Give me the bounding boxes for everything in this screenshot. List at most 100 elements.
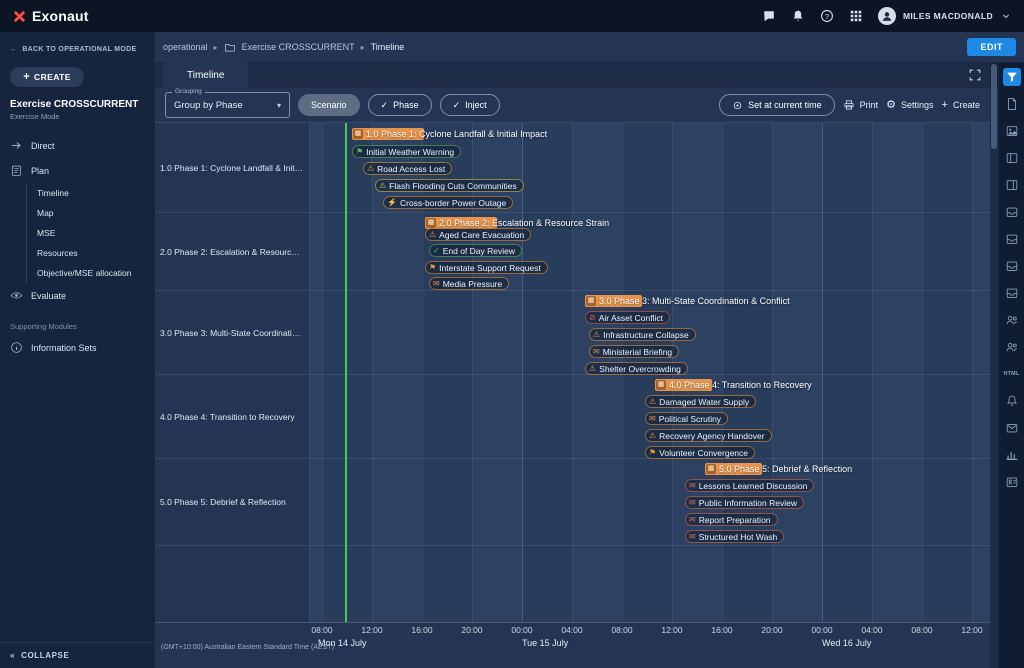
create-inject-button[interactable]: + Create [942,100,980,111]
vertical-scrollbar[interactable] [990,62,998,668]
inject-pill[interactable]: ⚠Flash Flooding Cuts Communities [375,179,524,192]
messages-icon[interactable] [1003,419,1021,437]
axis-tick-label: 16:00 [711,625,732,635]
collapse-button[interactable]: « COLLAPSE [0,642,155,668]
inject-tray-4-icon[interactable] [1003,284,1021,302]
back-to-operational-link[interactable]: ← BACK TO OPERATIONAL MODE [0,42,155,57]
inject-pill[interactable]: ⚠Damaged Water Supply [645,395,756,408]
bell-icon[interactable] [791,9,805,23]
inject-pill[interactable]: ⚠Infrastructure Collapse [589,328,696,341]
edit-button[interactable]: EDIT [967,38,1016,56]
inject-pill[interactable]: ✓End of Day Review [429,244,522,257]
inject-pill[interactable]: ✉Ministerial Briefing [589,345,679,358]
breadcrumb-operational[interactable]: operational [163,42,208,52]
inject-tray-1-icon[interactable] [1003,203,1021,221]
inject-label: Flash Flooding Cuts Communities [389,181,517,191]
inject-label: Lessons Learned Discussion [699,481,808,491]
reports-icon[interactable] [1003,446,1021,464]
plan-icon [10,164,23,177]
inject-pill[interactable]: ⚡Cross-border Power Outage [383,196,513,209]
phase-row-label: 1.0 Phase 1: Cyclone Landfall & Initial … [155,123,309,213]
inject-pill[interactable]: ✉Media Pressure [429,277,509,290]
sidebar-item-evaluate[interactable]: Evaluate [0,283,155,308]
inject-pill[interactable]: ⚠Shelter Overcrowding [585,362,688,375]
teams-2-icon[interactable] [1003,338,1021,356]
notifications-icon[interactable] [1003,392,1021,410]
inject-label: Damaged Water Supply [659,397,749,407]
inject-icon: ⚠ [589,365,596,373]
inject-icon: ⚑ [429,264,436,272]
inject-pill[interactable]: ✉Structured Hot Wash [685,530,784,543]
sidebar-item-mse[interactable]: MSE [27,223,155,243]
phase-bar[interactable]: ▦4.0 Phase 4: Transition to Recovery [655,379,712,391]
phase-toggle[interactable]: ✓ Phase [368,94,432,116]
exercise-name: Exercise CROSSCURRENT [0,99,155,110]
sidebar-item-plan[interactable]: Plan [0,158,155,183]
phase-bar[interactable]: ▦1.0 Phase 1: Cyclone Landfall & Initial… [352,128,424,140]
print-button[interactable]: Print [843,99,879,111]
scrollbar-thumb[interactable] [991,64,997,149]
tab-timeline[interactable]: Timeline [163,62,248,88]
phase-bar[interactable]: ▦5.0 Phase 5: Debrief & Reflection [705,463,762,475]
avatar [878,7,896,25]
scenario-toggle[interactable]: Scenario [298,94,360,116]
inject-toggle[interactable]: ✓ Inject [440,94,500,116]
sidebar-item-map[interactable]: Map [27,203,155,223]
info-icon [10,341,23,354]
grouping-label: Grouping [172,88,205,95]
breadcrumb-exercise[interactable]: Exercise CROSSCURRENT [242,42,355,52]
axis-tick-label: 12:00 [661,625,682,635]
create-button[interactable]: + CREATE [10,67,84,87]
inject-icon: ⚠ [429,231,436,239]
phase-bar[interactable]: ▦3.0 Phase 3: Multi-State Coordination &… [585,295,642,307]
contacts-icon[interactable] [1003,473,1021,491]
app-logo[interactable]: Exonaut [12,8,89,24]
axis-tick-label: 04:00 [861,625,882,635]
inject-pill[interactable]: ⚠Aged Care Evacuation [425,228,531,241]
main-content: operational ▸ Exercise CROSSCURRENT ▸ Ti… [155,32,1024,668]
grouping-select[interactable]: Grouping Group by Phase ▾ [165,92,290,118]
axis-tick-label: 20:00 [761,625,782,635]
breadcrumb-timeline: Timeline [371,42,405,52]
sidebar-item-timeline[interactable]: Timeline [27,183,155,203]
settings-button[interactable]: ⚙ Settings [886,100,933,111]
sidebar-item-information-sets[interactable]: Information Sets [0,335,155,360]
apps-grid-icon[interactable] [849,9,863,23]
axis-tick-label: 00:00 [511,625,532,635]
inject-pill[interactable]: ⚑Interstate Support Request [425,261,548,274]
filter-icon[interactable] [1003,68,1021,86]
html-icon[interactable]: HTML [1003,365,1021,383]
inject-pill[interactable]: ✉Lessons Learned Discussion [685,479,814,492]
inject-pill[interactable]: ⊘Air Asset Conflict [585,311,670,324]
check-icon: ✓ [381,100,389,111]
set-current-time-button[interactable]: Set at current time [719,94,835,116]
inject-pill[interactable]: ⚠Recovery Agency Handover [645,429,772,442]
chat-icon[interactable] [762,9,776,23]
inject-pill[interactable]: ⚑Initial Weather Warning [352,145,461,158]
plus-icon: + [942,100,948,111]
image-panel-icon[interactable] [1003,122,1021,140]
inject-label: Initial Weather Warning [366,147,454,157]
inject-label: Infrastructure Collapse [603,330,689,340]
inject-pill[interactable]: ⚠Road Access Lost [363,162,452,175]
inject-pill[interactable]: ✉Report Preparation [685,513,778,526]
panel-left-icon[interactable] [1003,149,1021,167]
inject-pill[interactable]: ⚑Volunteer Convergence [645,446,755,459]
document-icon[interactable] [1003,95,1021,113]
help-icon[interactable]: ? [820,9,834,23]
print-icon [843,99,855,111]
sidebar-item-objective-mse-allocation[interactable]: Objective/MSE allocation [27,263,155,283]
sidebar-item-resources[interactable]: Resources [27,243,155,263]
phase-bar-label: 4.0 Phase 4: Transition to Recovery [669,380,812,390]
panel-right-icon[interactable] [1003,176,1021,194]
inject-tray-3-icon[interactable] [1003,257,1021,275]
inject-pill[interactable]: ✉Public Information Review [685,496,804,509]
inject-label: Aged Care Evacuation [439,230,524,240]
fullscreen-icon[interactable] [968,68,982,82]
user-menu[interactable]: MILES MACDONALD [878,7,1012,25]
inject-pill[interactable]: ✉Political Scrutiny [645,412,728,425]
sidebar-item-direct[interactable]: Direct [0,133,155,158]
teams-1-icon[interactable] [1003,311,1021,329]
inject-tray-2-icon[interactable] [1003,230,1021,248]
gantt-chart: 1.0 Phase 1: Cyclone Landfall & Initial … [155,122,990,623]
